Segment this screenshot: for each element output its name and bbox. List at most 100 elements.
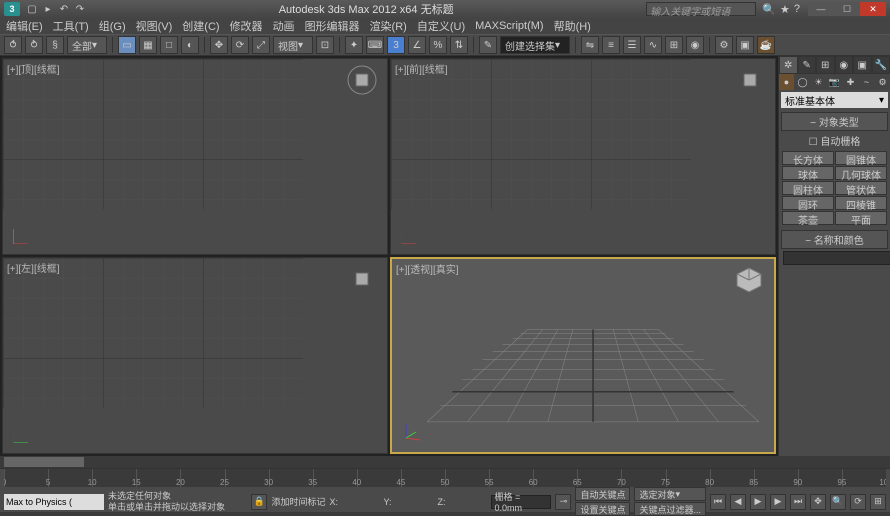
maximize-vp-icon[interactable]: ⊞	[870, 494, 886, 510]
pyramid-button[interactable]: 四棱锥	[835, 196, 887, 210]
menu-render[interactable]: 渲染(R)	[370, 18, 407, 34]
schematic-icon[interactable]: ⊞	[665, 36, 683, 54]
menu-group[interactable]: 组(G)	[99, 18, 126, 34]
spinner-snap-icon[interactable]: ⇅	[450, 36, 468, 54]
window-cross-icon[interactable]: ◐	[181, 36, 199, 54]
next-frame-icon[interactable]: ▶	[770, 494, 786, 510]
rect-select-icon[interactable]: □	[160, 36, 178, 54]
autogrid-checkbox[interactable]: ☐ 自动栅格	[781, 131, 888, 150]
help-search[interactable]: 输入关键字或短语	[646, 2, 756, 16]
percent-snap-icon[interactable]: %	[429, 36, 447, 54]
zoom-icon[interactable]: 🔍	[830, 494, 846, 510]
tube-button[interactable]: 管状体	[835, 181, 887, 195]
shapes-icon[interactable]: ◯	[795, 74, 810, 90]
category-dropdown[interactable]: 标准基本体▾	[781, 92, 888, 108]
viewport-perspective[interactable]: [+][透视][真实]	[390, 257, 776, 454]
viewport-top[interactable]: [+][顶][线框]	[2, 58, 388, 255]
ref-coord-dropdown[interactable]: 视图 ▾	[273, 36, 313, 54]
systems-icon[interactable]: ⚙	[875, 74, 890, 90]
layers-icon[interactable]: ☰	[623, 36, 641, 54]
viewcube[interactable]	[734, 265, 764, 295]
viewport-label[interactable]: [+][前][线框]	[395, 61, 448, 76]
select-name-icon[interactable]: ▦	[139, 36, 157, 54]
search-icon[interactable]: 🔍	[762, 3, 776, 16]
sphere-button[interactable]: 球体	[782, 166, 834, 180]
render-setup-icon[interactable]: ⚙	[715, 36, 733, 54]
curve-editor-icon[interactable]: ∿	[644, 36, 662, 54]
menu-maxscript[interactable]: MAXScript(M)	[475, 20, 543, 32]
mirror-icon[interactable]: ⇋	[581, 36, 599, 54]
save-icon[interactable]: ↶	[58, 3, 70, 15]
align-icon[interactable]: ≡	[602, 36, 620, 54]
rotate-icon[interactable]: ⟳	[231, 36, 249, 54]
viewport-scrollbar[interactable]	[0, 456, 890, 468]
select-icon[interactable]: ▭	[118, 36, 136, 54]
box-button[interactable]: 长方体	[782, 151, 834, 165]
object-type-header[interactable]: − 对象类型	[781, 112, 888, 131]
torus-button[interactable]: 圆环	[782, 196, 834, 210]
link-icon[interactable]: ⥀	[4, 36, 22, 54]
orbit-icon[interactable]: ⟳	[850, 494, 866, 510]
snap-icon[interactable]: 3	[387, 36, 405, 54]
menu-create[interactable]: 创建(C)	[182, 18, 219, 34]
menu-graph[interactable]: 图形编辑器	[305, 18, 360, 34]
menu-anim[interactable]: 动画	[273, 18, 295, 34]
goto-end-icon[interactable]: ⏭	[790, 494, 806, 510]
teapot-button[interactable]: 茶壶	[782, 211, 834, 225]
lock-icon[interactable]: 🔒	[251, 494, 267, 510]
new-icon[interactable]: ▢	[26, 3, 38, 15]
goto-start-icon[interactable]: ⏮	[710, 494, 726, 510]
viewport-label[interactable]: [+][顶][线框]	[7, 61, 60, 76]
menu-view[interactable]: 视图(V)	[136, 18, 173, 34]
material-icon[interactable]: ◉	[686, 36, 704, 54]
menu-tools[interactable]: 工具(T)	[53, 18, 89, 34]
app-logo[interactable]: 3	[4, 2, 20, 16]
hierarchy-tab[interactable]: ⊞	[816, 56, 835, 74]
unlink-icon[interactable]: ⥁	[25, 36, 43, 54]
undo-icon[interactable]: ↷	[74, 3, 86, 15]
lights-icon[interactable]: ☀	[811, 74, 826, 90]
viewport-label[interactable]: [+][左][线框]	[7, 260, 60, 275]
pan-icon[interactable]: ✥	[810, 494, 826, 510]
space-icon[interactable]: ~	[859, 74, 874, 90]
prev-frame-icon[interactable]: ◀	[730, 494, 746, 510]
pivot-icon[interactable]: ⊡	[316, 36, 334, 54]
selected-dropdown[interactable]: 选定对象 ▾	[634, 487, 706, 501]
maxscript-listener[interactable]: Max to Physics (	[4, 494, 104, 510]
minimize-button[interactable]: —	[808, 2, 834, 16]
menu-help[interactable]: 帮助(H)	[554, 18, 591, 34]
play-icon[interactable]: ▶	[750, 494, 766, 510]
key-icon[interactable]: ⊸	[555, 494, 571, 510]
help-icon[interactable]: ?	[794, 3, 800, 15]
name-color-header[interactable]: − 名称和颜色	[781, 230, 888, 249]
time-tag[interactable]: 添加时间标记	[271, 495, 325, 508]
plane-button[interactable]: 平面	[835, 211, 887, 225]
cameras-icon[interactable]: 📷	[827, 74, 842, 90]
setkey-button[interactable]: 设置关键点	[575, 502, 630, 516]
utility-tab[interactable]: 🔧	[872, 56, 890, 74]
named-sel-icon[interactable]: ✎	[479, 36, 497, 54]
filter-dropdown[interactable]: 全部 ▾	[67, 36, 107, 54]
viewcube[interactable]	[347, 264, 377, 294]
move-icon[interactable]: ✥	[210, 36, 228, 54]
time-ruler[interactable]: 0510152025303540455055606570758085909510…	[4, 469, 886, 487]
manipulate-icon[interactable]: ✦	[345, 36, 363, 54]
geometry-icon[interactable]: ●	[779, 74, 794, 90]
keyfilter-button[interactable]: 关键点过滤器...	[634, 502, 706, 516]
maximize-button[interactable]: ☐	[834, 2, 860, 16]
cylinder-button[interactable]: 圆柱体	[782, 181, 834, 195]
selection-set-dropdown[interactable]: 创建选择集 ▾	[500, 36, 570, 54]
viewport-front[interactable]: [+][前][线框]	[390, 58, 776, 255]
keyboard-icon[interactable]: ⌨	[366, 36, 384, 54]
grid-spinner[interactable]: 栅格 = 0.0mm	[491, 495, 551, 509]
angle-snap-icon[interactable]: ∠	[408, 36, 426, 54]
menu-modifier[interactable]: 修改器	[230, 18, 263, 34]
viewcube[interactable]	[735, 65, 765, 95]
render-frame-icon[interactable]: ▣	[736, 36, 754, 54]
open-icon[interactable]: ▸	[42, 3, 54, 15]
scrollbar-thumb[interactable]	[4, 457, 84, 467]
helpers-icon[interactable]: ✚	[843, 74, 858, 90]
modify-tab[interactable]: ✎	[798, 56, 817, 74]
create-tab[interactable]: ✲	[779, 56, 798, 74]
cone-button[interactable]: 圆锥体	[835, 151, 887, 165]
